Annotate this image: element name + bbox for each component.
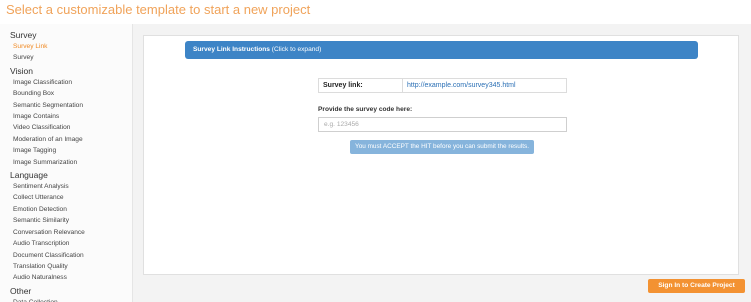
- survey-link-label: Survey link:: [319, 79, 403, 92]
- template-sidebar: Survey Survey Link Survey Vision Image Class…: [0, 24, 133, 302]
- sidebar-item-image-contains[interactable]: Image Contains: [0, 111, 132, 122]
- sidebar-item-audio-transcription[interactable]: Audio Transcription: [0, 238, 132, 249]
- sidebar-item-image-classification[interactable]: Image Classification: [0, 77, 132, 88]
- sidebar-item-video-classification[interactable]: Video Classification: [0, 122, 132, 133]
- sidebar-item-survey-link[interactable]: Survey Link: [0, 41, 132, 52]
- template-preview-area: Survey Link Instructions (Click to expan…: [133, 24, 751, 302]
- instructions-hint: (Click to expand): [271, 46, 322, 53]
- sidebar-item-document-classification[interactable]: Document Classification: [0, 250, 132, 261]
- sidebar-item-survey[interactable]: Survey: [0, 52, 132, 63]
- sidebar-item-image-tagging[interactable]: Image Tagging: [0, 145, 132, 156]
- sidebar-item-semantic-segmentation[interactable]: Semantic Segmentation: [0, 100, 132, 111]
- survey-link-table: Survey link: http://example.com/survey34…: [318, 78, 567, 93]
- accept-hit-notice[interactable]: You must ACCEPT the HIT before you can s…: [350, 140, 534, 154]
- survey-code-input[interactable]: [318, 117, 567, 132]
- survey-link-url[interactable]: http://example.com/survey345.html: [407, 79, 516, 92]
- sidebar-category-survey: Survey: [10, 30, 37, 40]
- template-preview-panel: Survey Link Instructions (Click to expan…: [143, 35, 739, 275]
- sidebar-item-sentiment-analysis[interactable]: Sentiment Analysis: [0, 181, 132, 192]
- sidebar-item-collect-utterance[interactable]: Collect Utterance: [0, 192, 132, 203]
- sidebar-item-bounding-box[interactable]: Bounding Box: [0, 88, 132, 99]
- sidebar-item-semantic-similarity[interactable]: Semantic Similarity: [0, 215, 132, 226]
- sidebar-category-other: Other: [10, 285, 32, 296]
- instructions-title: Survey Link Instructions: [193, 46, 270, 53]
- sidebar-item-image-summarization[interactable]: Image Summarization: [0, 157, 132, 168]
- sidebar-item-data-collection[interactable]: Data Collection: [0, 297, 132, 302]
- sidebar-category-vision: Vision: [10, 65, 33, 76]
- sidebar-item-translation-quality[interactable]: Translation Quality: [0, 261, 132, 272]
- sidebar-item-emotion-detection[interactable]: Emotion Detection: [0, 204, 132, 215]
- sidebar-item-audio-naturalness[interactable]: Audio Naturalness: [0, 272, 132, 283]
- sidebar-category-language: Language: [10, 170, 48, 181]
- sign-in-create-project-button[interactable]: Sign In to Create Project: [648, 279, 745, 293]
- survey-code-label: Provide the survey code here:: [318, 106, 413, 113]
- sidebar-item-moderation-of-an-image[interactable]: Moderation of an Image: [0, 134, 132, 145]
- page-title: Select a customizable template to start …: [6, 2, 311, 17]
- sidebar-item-conversation-relevance[interactable]: Conversation Relevance: [0, 227, 132, 238]
- instructions-toggle[interactable]: Survey Link Instructions (Click to expan…: [185, 41, 698, 59]
- template-category-list: Survey Survey Link Survey Vision Image Class…: [0, 24, 132, 302]
